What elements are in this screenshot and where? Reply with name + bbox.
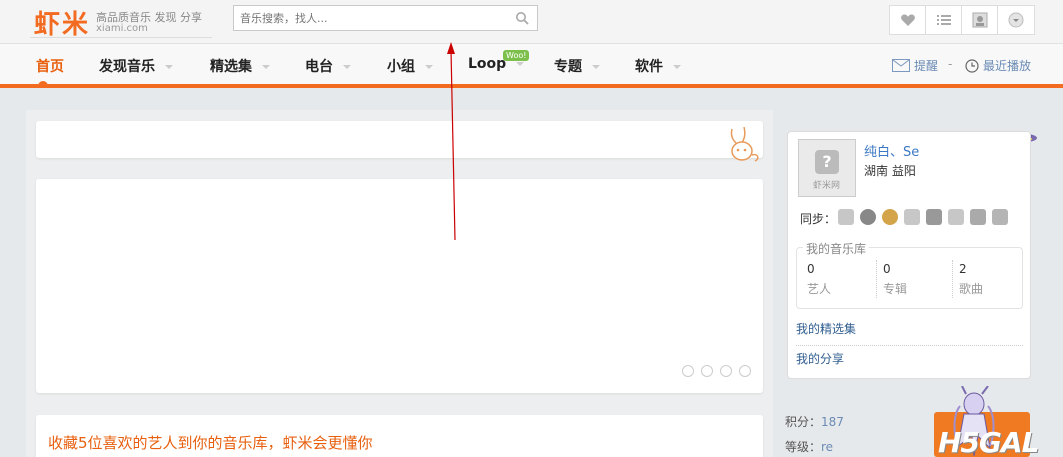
nav-separator: - — [948, 57, 953, 71]
avatar-placeholder-icon: ? — [815, 150, 839, 174]
active-tab-indicator — [38, 81, 48, 87]
nav-radio[interactable]: 电台 — [305, 56, 351, 76]
caret-icon — [425, 65, 433, 69]
user-button[interactable] — [962, 6, 998, 34]
nav-collections-label: 精选集 — [210, 59, 252, 75]
recent-play-link[interactable]: 最近播放 — [965, 57, 1031, 74]
mail-icon — [892, 59, 910, 72]
header-tools — [889, 5, 1035, 35]
logo-mark: 虾米 — [34, 10, 91, 40]
logo[interactable]: 虾米 高品质音乐 发现 分享 xiami.com — [30, 2, 212, 40]
nav-software[interactable]: 软件 — [635, 56, 681, 76]
music-library: 我的音乐库 0 艺人 0 专辑 2 歌曲 — [796, 240, 1023, 309]
recent-play-label: 最近播放 — [983, 59, 1032, 73]
nav-home[interactable]: 首页 — [36, 56, 64, 76]
sync-kaixin-icon[interactable] — [904, 209, 920, 225]
song-count: 2 — [959, 262, 967, 276]
sync-renren-icon[interactable] — [860, 209, 876, 225]
level-row: 等级：re — [785, 438, 833, 455]
points-row: 积分：187 — [785, 413, 844, 430]
nav-collections[interactable]: 精选集 — [210, 56, 270, 76]
clock-icon — [965, 58, 979, 73]
sync-qzone-icon[interactable] — [970, 209, 986, 225]
my-collections-link[interactable]: 我的精选集 — [796, 320, 856, 337]
artist-count: 0 — [807, 262, 815, 276]
sync-qq-icon[interactable] — [838, 209, 854, 225]
sync-weibo-icon[interactable] — [882, 209, 898, 225]
nav-loop-label: Loop — [468, 56, 507, 72]
avatar[interactable]: ? 虾米网 — [798, 139, 856, 197]
points-value[interactable]: 187 — [821, 415, 844, 429]
caret-icon — [516, 62, 525, 66]
sync-tencent-icon[interactable] — [992, 209, 1008, 225]
divider — [952, 260, 953, 298]
user-location: 湖南 益阳 — [864, 164, 916, 178]
artist-label: 艺人 — [807, 282, 832, 296]
list-icon — [936, 15, 951, 25]
top-bar: 虾米 高品质音乐 发现 分享 xiami.com — [0, 0, 1063, 44]
music-library-title: 我的音乐库 — [803, 240, 870, 257]
nav-software-label: 软件 — [635, 59, 663, 75]
profile-panel: ? 虾米网 纯白、Se 湖南 益阳 同步： 我的音乐库 0 艺人 0 专辑 2 … — [787, 131, 1031, 379]
album-count: 0 — [883, 262, 891, 276]
annotation-arrow-icon — [447, 42, 456, 241]
nav-groups-label: 小组 — [387, 59, 415, 75]
carousel-dot[interactable] — [701, 365, 713, 377]
nav-discover[interactable]: 发现音乐 — [99, 56, 173, 76]
caret-icon — [343, 65, 351, 69]
sync-douban-icon[interactable] — [948, 209, 964, 225]
search-input[interactable] — [234, 6, 504, 30]
playlist-button[interactable] — [926, 6, 962, 34]
banner-carousel[interactable] — [36, 179, 763, 393]
caret-icon — [165, 65, 173, 69]
search-box[interactable] — [233, 5, 538, 31]
user-menu-dropdown[interactable] — [998, 6, 1034, 34]
my-shares-link[interactable]: 我的分享 — [796, 350, 844, 367]
nav-groups[interactable]: 小组 — [387, 56, 433, 76]
heart-icon — [900, 14, 915, 26]
user-name[interactable]: 纯白、Se — [864, 141, 919, 160]
carousel-dot[interactable] — [739, 365, 751, 377]
sync-label: 同步： — [800, 212, 837, 226]
carousel-dot[interactable] — [720, 365, 732, 377]
caret-icon — [592, 65, 600, 69]
points-label: 积分： — [785, 415, 822, 429]
chevron-down-icon — [1008, 12, 1024, 28]
divider — [796, 345, 1023, 346]
song-label: 歌曲 — [959, 282, 984, 296]
level-value[interactable]: re — [821, 440, 833, 454]
reminder-label: 提醒 — [914, 59, 939, 73]
nav-topics-label: 专题 — [554, 59, 582, 75]
favorites-button[interactable] — [890, 6, 926, 34]
nav-discover-label: 发现音乐 — [99, 59, 155, 75]
album-label: 专辑 — [883, 282, 908, 296]
caret-icon — [262, 65, 270, 69]
notice-card — [36, 121, 763, 162]
avatar-caption: 虾米网 — [813, 181, 841, 191]
caret-icon — [673, 65, 681, 69]
nav-topics[interactable]: 专题 — [554, 56, 600, 76]
main-nav: 首页 发现音乐 精选集 电台 小组 Loop Woo! 专题 软件 提醒 - 最… — [0, 44, 1063, 88]
carousel-dot[interactable] — [682, 365, 694, 377]
library-albums[interactable]: 0 专辑 — [883, 262, 955, 297]
loop-new-badge: Woo! — [503, 50, 530, 61]
rabbit-mascot-icon — [730, 126, 759, 162]
main-content: 收藏5位喜欢的艺人到你的音乐库，虾米会更懂你 — [26, 110, 773, 457]
recommend-card: 收藏5位喜欢的艺人到你的音乐库，虾米会更懂你 — [36, 415, 763, 457]
sync-icons — [838, 209, 1008, 225]
search-icon[interactable] — [515, 11, 529, 25]
reminder-link[interactable]: 提醒 — [892, 57, 938, 74]
avatar-icon — [972, 12, 987, 28]
library-artists[interactable]: 0 艺人 — [807, 262, 879, 297]
recommend-headline: 收藏5位喜欢的艺人到你的音乐库，虾米会更懂你 — [48, 434, 373, 452]
divider — [876, 260, 877, 298]
watermark-logo: H5GAL — [938, 426, 1039, 457]
logo-domain: xiami.com — [96, 23, 148, 34]
carousel-dots — [682, 365, 751, 377]
sync-netease-icon[interactable] — [926, 209, 942, 225]
level-label: 等级： — [785, 440, 822, 454]
nav-radio-label: 电台 — [305, 59, 333, 75]
library-songs[interactable]: 2 歌曲 — [959, 262, 1031, 297]
